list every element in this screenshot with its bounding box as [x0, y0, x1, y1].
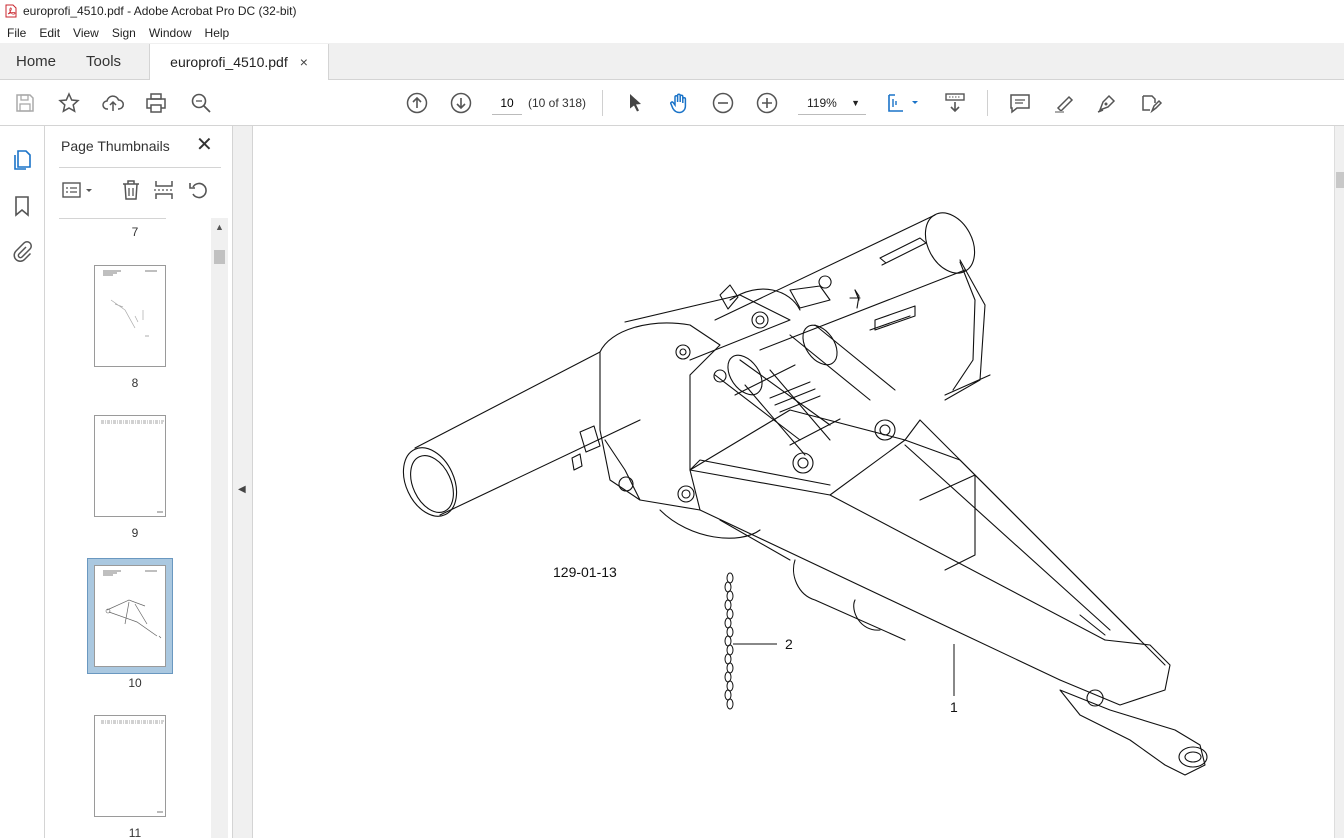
- callout-leader-2: [733, 643, 777, 645]
- document-page-view[interactable]: 129-01-13 2 1: [253, 126, 1334, 838]
- toolbar-divider: [987, 90, 988, 116]
- bookmark-star-icon[interactable]: [57, 91, 81, 115]
- zoom-dropdown[interactable]: 119% ▼: [798, 91, 866, 115]
- panel-title: Page Thumbnails: [61, 138, 170, 154]
- menu-file[interactable]: File: [0, 26, 32, 40]
- thumbnail-preview: [103, 270, 157, 337]
- thumbnails-scrollbar[interactable]: ▲: [211, 218, 228, 838]
- thumbnails-list: 7 8 9 10 11: [59, 218, 211, 838]
- zoom-in-icon[interactable]: [755, 91, 779, 115]
- document-scrollbar[interactable]: [1334, 126, 1344, 838]
- next-page-icon[interactable]: [449, 91, 473, 115]
- figure-code-label: 129-01-13: [553, 564, 617, 580]
- save-icon[interactable]: [13, 91, 37, 115]
- scrollbar-thumb[interactable]: [1336, 172, 1344, 188]
- page-number-input[interactable]: [492, 91, 522, 115]
- thumbnail-page-8[interactable]: [94, 265, 166, 367]
- chevron-down-icon: ▼: [851, 98, 860, 108]
- thumbnail-page-number: 11: [128, 826, 142, 838]
- rotate-page-icon[interactable]: [187, 178, 211, 202]
- page-thumbnails-icon[interactable]: [10, 148, 34, 172]
- zoom-value: 119%: [807, 95, 837, 110]
- page-thumbnails-panel: Page Thumbnails ✕ 7 8 9 10 11: [45, 126, 233, 838]
- menu-help[interactable]: Help: [198, 26, 236, 40]
- toolbar-divider: [602, 90, 603, 116]
- menu-view[interactable]: View: [66, 26, 105, 40]
- main-toolbar: (10 of 318) 119% ▼: [0, 81, 1344, 126]
- window-title: europrofi_4510.pdf - Adobe Acrobat Pro D…: [23, 4, 297, 18]
- thumbnail-page-9[interactable]: [94, 415, 166, 517]
- scroll-mode-icon[interactable]: [943, 91, 967, 115]
- thumbnail-page-number: 7: [131, 225, 139, 239]
- divider: [59, 167, 221, 168]
- highlight-pen-icon[interactable]: [1052, 91, 1076, 115]
- menu-window[interactable]: Window: [142, 26, 198, 40]
- tab-document[interactable]: europrofi_4510.pdf ×: [149, 44, 330, 80]
- thumbnail-preview: [101, 420, 165, 513]
- menu-edit[interactable]: Edit: [32, 26, 66, 40]
- thumbnail-page-number: 8: [131, 376, 139, 390]
- close-tab-icon[interactable]: ×: [300, 54, 308, 70]
- thumbnail-options-menu[interactable]: [61, 178, 95, 202]
- callout-2-label: 2: [785, 636, 793, 652]
- tab-tools[interactable]: Tools: [70, 43, 135, 79]
- delete-trash-icon[interactable]: [119, 178, 143, 202]
- title-bar: europrofi_4510.pdf - Adobe Acrobat Pro D…: [0, 0, 1344, 22]
- previous-page-icon[interactable]: [405, 91, 429, 115]
- draw-signature-icon[interactable]: [1095, 91, 1119, 115]
- scrollbar-thumb[interactable]: [214, 250, 225, 264]
- insert-page-icon[interactable]: [152, 178, 176, 202]
- collapse-panel-handle[interactable]: ◀: [233, 126, 253, 838]
- upload-cloud-icon[interactable]: [101, 91, 125, 115]
- callout-leader-1: [953, 644, 955, 696]
- close-panel-icon[interactable]: ✕: [196, 135, 213, 155]
- thumbnail-preview: [103, 570, 162, 639]
- divider: [59, 218, 166, 219]
- document-tab-label: europrofi_4510.pdf: [170, 54, 288, 70]
- thumbnail-page-number: 10: [128, 676, 142, 690]
- thumbnail-preview: [101, 720, 165, 813]
- thumbnail-page-10[interactable]: [94, 565, 166, 667]
- page-layout-icon[interactable]: [886, 91, 922, 115]
- exploded-parts-drawing: [402, 212, 1208, 776]
- comment-icon[interactable]: [1008, 91, 1032, 115]
- thumbnail-page-11[interactable]: [94, 715, 166, 817]
- scroll-up-icon[interactable]: ▲: [215, 222, 224, 232]
- callout-1-label: 1: [950, 699, 958, 715]
- chevron-left-icon: ◀: [238, 484, 246, 495]
- page-count-label: (10 of 318): [528, 96, 587, 110]
- acrobat-pdf-icon: [5, 4, 17, 18]
- thumbnail-page-number: 9: [131, 526, 139, 540]
- search-icon[interactable]: [189, 91, 213, 115]
- options-list-icon: [62, 182, 92, 198]
- print-icon[interactable]: [144, 91, 168, 115]
- zoom-out-icon[interactable]: [711, 91, 735, 115]
- fill-sign-icon[interactable]: [1139, 91, 1163, 115]
- select-cursor-icon[interactable]: [623, 91, 647, 115]
- tab-home[interactable]: Home: [0, 43, 70, 79]
- menu-bar: File Edit View Sign Window Help: [0, 22, 1344, 43]
- bookmarks-icon[interactable]: [10, 194, 34, 218]
- navigation-rail: [0, 126, 45, 838]
- attachments-paperclip-icon[interactable]: [10, 240, 34, 264]
- tab-bar: Home Tools europrofi_4510.pdf ×: [0, 43, 1344, 80]
- hand-tool-icon[interactable]: [667, 91, 691, 115]
- menu-sign[interactable]: Sign: [105, 26, 142, 40]
